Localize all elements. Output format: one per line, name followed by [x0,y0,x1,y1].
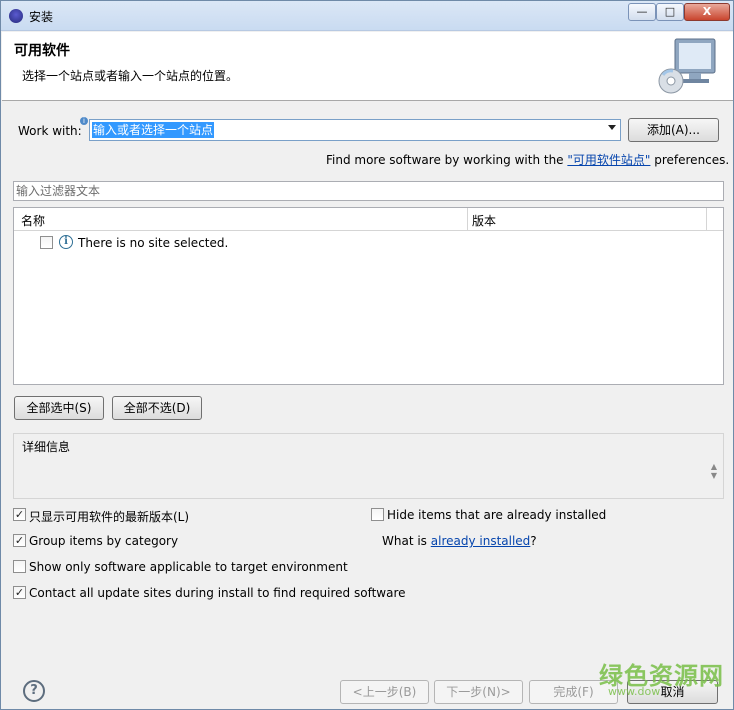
column-separator [706,208,707,231]
title-bar: 安装 — □ X [1,1,733,31]
next-button[interactable]: 下一步(N)> [434,680,523,704]
chevron-down-icon[interactable] [608,125,616,130]
column-version[interactable]: 版本 [472,212,496,229]
maximize-button[interactable]: □ [656,3,684,21]
software-table: 名称 版本 i There is no site selected. [13,207,724,385]
column-name[interactable]: 名称 [21,212,45,229]
find-more-prefix: Find more software by working with the [326,153,568,167]
add-site-button[interactable]: 添加(A)... [628,118,719,142]
what-is-suffix: ? [530,534,537,548]
details-panel: 详细信息 [13,433,724,499]
row-text: There is no site selected. [78,236,229,250]
table-header: 名称 版本 [14,208,723,231]
row-checkbox[interactable] [40,236,53,249]
find-more-suffix: preferences. [650,153,730,167]
work-with-value[interactable]: 输入或者选择一个站点 [92,122,215,138]
details-scroll-arrows[interactable]: ▲ ▼ [707,462,721,482]
already-installed-link[interactable]: already installed [431,534,531,548]
contact-sites-checkbox[interactable]: ✓ [13,586,26,599]
work-with-combo[interactable]: 输入或者选择一个站点 [89,119,621,141]
column-separator [467,208,468,231]
minimize-button[interactable]: — [628,3,656,21]
available-sites-link[interactable]: "可用软件站点" [567,153,650,167]
watermark-url: www.dow [608,685,661,698]
hide-installed-label: Hide items that are already installed [387,508,607,522]
show-applicable-checkbox[interactable] [13,560,26,573]
show-latest-label: 只显示可用软件的最新版本(L) [29,510,190,524]
what-is-installed-text: What is already installed? [382,534,537,548]
install-dialog: 安装 — □ X 可用软件 选择一个站点或者输入一个站点的位置。 Work wi… [0,0,734,710]
work-with-label: Work with: [18,124,82,138]
close-button[interactable]: X [684,3,730,21]
deselect-all-button[interactable]: 全部不选(D) [112,396,202,420]
group-by-category-checkbox[interactable]: ✓ [13,534,26,547]
table-row[interactable]: i There is no site selected. [14,233,723,253]
hide-installed-checkbox[interactable] [371,508,384,521]
back-button[interactable]: <上一步(B) [340,680,429,704]
page-subtitle: 选择一个站点或者输入一个站点的位置。 [22,69,239,83]
show-applicable-label: Show only software applicable to target … [29,560,348,574]
what-is-prefix: What is [382,534,431,548]
filter-input[interactable]: 输入过滤器文本 [13,181,724,201]
show-latest-checkbox[interactable]: ✓ [13,508,26,521]
find-more-text: Find more software by working with the "… [326,151,729,168]
window-title: 安装 [29,10,54,24]
contact-sites-label: Contact all update sites during install … [29,586,406,600]
help-icon[interactable]: ? [23,680,45,702]
select-all-button[interactable]: 全部选中(S) [14,396,104,420]
wizard-header: 可用软件 选择一个站点或者输入一个站点的位置。 [2,32,733,101]
details-label: 详细信息 [22,440,71,454]
info-icon: i [59,235,73,249]
eclipse-icon [9,9,23,23]
page-title: 可用软件 [14,43,70,59]
group-by-category-label: Group items by category [29,534,179,548]
install-monitor-icon [658,38,716,94]
info-small-icon: i [80,117,88,125]
